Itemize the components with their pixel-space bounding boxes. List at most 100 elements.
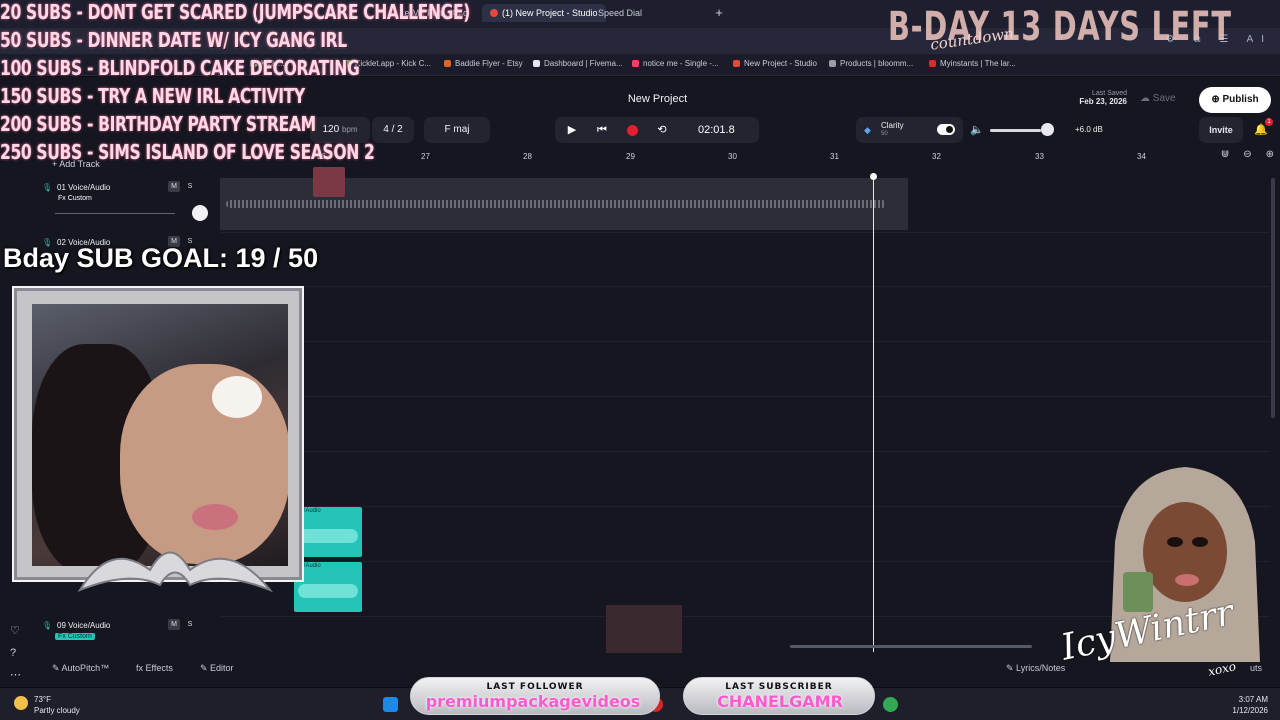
autopitch-icon: ✎ [52, 663, 62, 673]
play-icon[interactable]: ▶ [565, 124, 579, 136]
lane [220, 286, 1270, 340]
vertical-scrollbar[interactable] [1271, 178, 1275, 418]
cloud-icon: ☁ [1140, 93, 1153, 104]
mic-icon: 🎙 [42, 183, 53, 192]
speaker-icon[interactable]: 🔈 [970, 123, 984, 136]
clarity-toggle-group[interactable]: ◆ Clarity 50 [856, 117, 963, 143]
webcam-feed [32, 304, 288, 566]
autopitch-button[interactable]: ✎ AutoPitch™ [52, 663, 109, 674]
fx-preset[interactable]: Fx Custom [55, 633, 95, 640]
loop-icon[interactable]: ⟲ [655, 124, 669, 136]
mute-button[interactable]: M [168, 181, 180, 192]
ruler-tick: 33 [1035, 152, 1044, 161]
bookmark-item[interactable]: Myinstants | The lar... [929, 59, 1016, 68]
audio-clip[interactable]: ice/Audio [294, 562, 362, 612]
bookmark-favicon-icon [829, 60, 836, 67]
save-button[interactable]: ☁ Save [1140, 93, 1176, 104]
magnet-icon[interactable]: ⋓ [1221, 149, 1229, 160]
heart-icon[interactable]: ♡ [10, 620, 21, 642]
key-field[interactable]: F maj [424, 117, 490, 143]
last-follower-alert: LAST FOLLOWER premiumpackagevideos [410, 677, 660, 715]
track-name: 01 Voice/Audio [57, 183, 111, 192]
clarity-label: Clarity [881, 121, 904, 130]
playhead-handle[interactable] [870, 173, 877, 180]
new-tab-plus-icon[interactable]: + [712, 6, 726, 20]
zoom-in-icon[interactable]: ⊕ [1266, 149, 1274, 160]
timeline-ruler[interactable]: 26 27 28 29 30 31 32 33 34 [220, 150, 1270, 166]
playhead[interactable] [873, 176, 874, 652]
ruler-tick: 28 [523, 152, 532, 161]
bookmark-item[interactable]: notice me - Single -... [632, 59, 719, 68]
ai-button[interactable]: AI [1247, 34, 1272, 45]
bookmark-favicon-icon [533, 60, 540, 67]
bookmark-label: notice me - Single -... [643, 59, 719, 68]
lyrics-notes-button[interactable]: ✎ Lyrics/Notes [1006, 663, 1065, 674]
time-signature-value: 4 / 2 [383, 124, 403, 135]
last-saved-date: Feb 23, 2026 [1079, 97, 1127, 106]
editor-button[interactable]: ✎ Editor [200, 663, 234, 674]
pan-knob[interactable] [192, 205, 208, 221]
tab-speed-dial[interactable]: Speed Dial [598, 4, 642, 22]
publish-label: Publish [1222, 94, 1259, 105]
clock-date: 1/12/2026 [1232, 706, 1268, 715]
goal-line: 250 SUBS - SIMS ISLAND OF LOVE SEASON 2 [0, 140, 375, 164]
lane [220, 396, 1270, 450]
side-icons: ♡ ? ⋯ [10, 620, 21, 686]
lane [220, 232, 1270, 286]
bookmark-label: Kicklet.app - Kick C... [355, 59, 432, 68]
flower-icon [212, 376, 262, 418]
time-signature-field[interactable]: 4 / 2 [372, 117, 414, 143]
taskbar-clock[interactable]: 3:07 AM 1/12/2026 [1232, 694, 1268, 716]
audio-clip[interactable]: ice/Audio [294, 507, 362, 557]
waveform [226, 200, 886, 208]
studio-favicon-icon [490, 9, 498, 17]
solo-button[interactable]: S [184, 619, 196, 630]
publish-button[interactable]: ⊕ Publish [1199, 87, 1271, 113]
ruler-tick: 32 [932, 152, 941, 161]
fx-icon: fx [136, 663, 146, 673]
bookmark-item[interactable]: Dashboard | Fivema... [533, 59, 623, 68]
master-volume-slider[interactable] [990, 129, 1048, 132]
goal-line: 100 SUBS - BLINDFOLD CAKE DECORATING [0, 56, 360, 80]
record-button[interactable] [627, 125, 638, 136]
volume-knob[interactable] [1041, 123, 1054, 136]
mute-button[interactable]: M [168, 619, 180, 630]
zoom-tools: ⋓ ⊖ ⊕ [1207, 149, 1274, 160]
skip-back-icon[interactable]: ⏮ [595, 124, 609, 136]
bookmark-label: Myinstants | The lar... [940, 59, 1016, 68]
chrome-tribal-decoration [77, 551, 274, 593]
more-icon[interactable]: ⋯ [10, 664, 21, 686]
ruler-tick: 30 [728, 152, 737, 161]
horizontal-scrollbar[interactable] [790, 645, 1032, 648]
project-title[interactable]: New Project [560, 93, 755, 105]
solo-button[interactable]: S [184, 181, 196, 192]
bookmark-label: Dashboard | Fivema... [544, 59, 623, 68]
track-volume-slider[interactable] [55, 213, 175, 214]
tab-new-project-studio[interactable]: (1) New Project - Studio [482, 4, 606, 22]
waveform [298, 584, 358, 598]
weather-widget[interactable]: 73°F Partly cloudy [34, 694, 80, 716]
volume-fill [990, 129, 1042, 132]
bookmark-item[interactable]: Products | bloomm... [829, 59, 913, 68]
help-icon[interactable]: ? [10, 642, 21, 664]
clock-time: 3:07 AM [1238, 695, 1268, 704]
last-subscriber-name: CHANELGAMR [717, 692, 843, 711]
bookmark-item[interactable]: Baddie Flyer - Etsy [444, 59, 523, 68]
shortcuts-button[interactable]: uts [1250, 663, 1262, 673]
invite-button[interactable]: Invite [1199, 117, 1243, 143]
clarity-toggle[interactable] [937, 124, 955, 135]
lyrics-label: Lyrics/Notes [1016, 663, 1066, 673]
daw-bottom-bar: ✎ AutoPitch™ fx Effects ✎ Editor ✎ Lyric… [40, 660, 1280, 680]
last-subscriber-label: LAST SUBSCRIBER [725, 682, 833, 692]
ruler-tick: 31 [830, 152, 839, 161]
effects-button[interactable]: fx Effects [136, 663, 173, 673]
zoom-out-icon[interactable]: ⊖ [1243, 149, 1251, 160]
last-follower-label: LAST FOLLOWER [486, 682, 584, 692]
sub-goal-text: Bday SUB GOAL: 19 / 50 [3, 243, 319, 273]
fx-preset[interactable]: Fx Custom [55, 195, 95, 202]
bookmark-item[interactable]: New Project - Studio [733, 59, 817, 68]
ruler-tick: 29 [626, 152, 635, 161]
bookmark-favicon-icon [444, 60, 451, 67]
bookmark-favicon-icon [733, 60, 740, 67]
volume-db: +6.0 dB [1075, 125, 1103, 134]
